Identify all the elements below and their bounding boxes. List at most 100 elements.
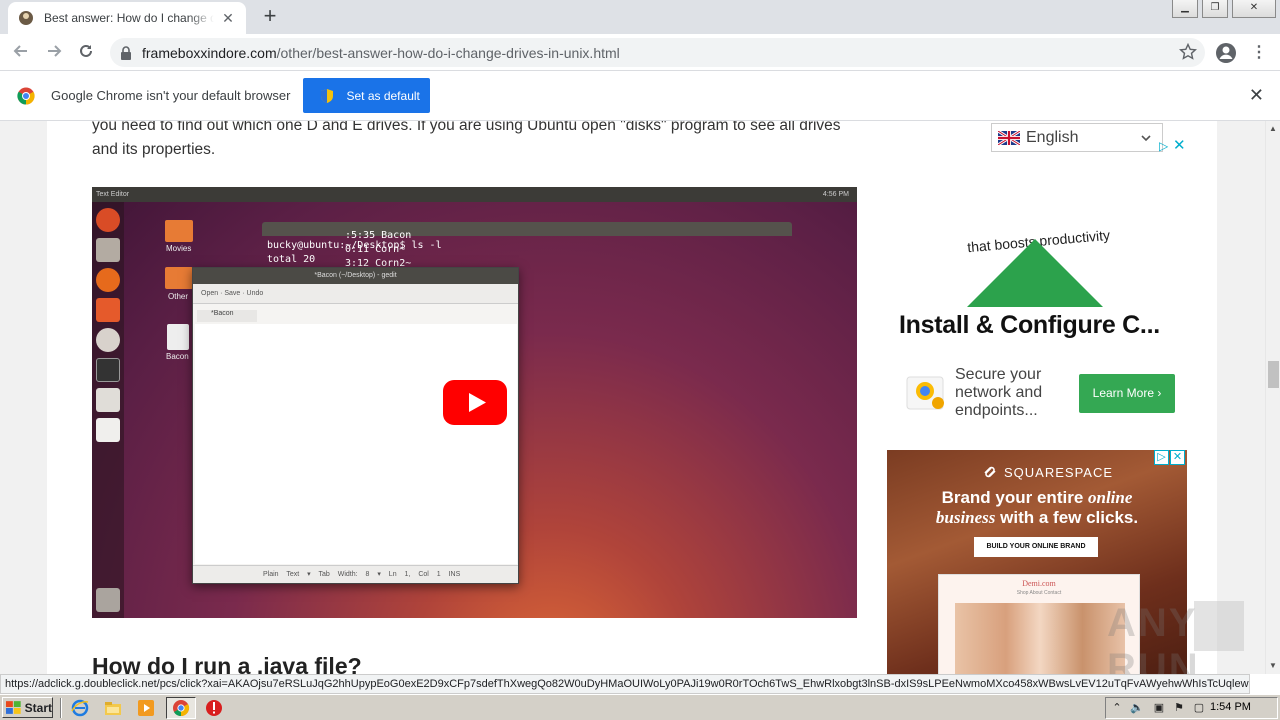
learn-more-button[interactable]: Learn More › xyxy=(1079,374,1175,413)
gedit-document xyxy=(195,324,517,564)
terminal-listing-row: 0:11 Corn~ xyxy=(345,243,411,257)
text-editor-icon xyxy=(96,388,120,412)
stop-app-icon[interactable] xyxy=(205,699,223,717)
forward-arrow-icon xyxy=(48,45,62,57)
windows-taskbar: Start ⌃ 🔈 ▣ ⚑ ▢ 1:54 PM xyxy=(0,694,1280,720)
listing-time: :5:35 xyxy=(345,230,376,241)
chrome-taskbar-icon[interactable] xyxy=(172,699,190,717)
scroll-up-arrow-icon[interactable]: ▲ xyxy=(1269,124,1277,133)
volume-icon[interactable]: 🔈 xyxy=(1130,701,1144,715)
address-bar[interactable]: frameboxxindore.com/other/best-answer-ho… xyxy=(110,38,1205,67)
scrollbar-thumb[interactable] xyxy=(1268,361,1279,388)
tray-misc-icon[interactable]: ▢ xyxy=(1192,701,1206,715)
chevron-down-icon xyxy=(1141,135,1151,142)
section-heading: How do I run a .java file? xyxy=(92,653,362,674)
media-player-icon[interactable] xyxy=(137,699,155,717)
adchoices-icon[interactable]: ▷ xyxy=(1154,450,1169,465)
new-tab-button[interactable]: + xyxy=(258,5,282,29)
listing-name: Bacon xyxy=(381,230,412,241)
tab-strip: Best answer: How do I change drive ✕ + ▁… xyxy=(0,0,1280,34)
desktop-file-icon xyxy=(167,324,189,350)
profile-avatar-icon[interactable] xyxy=(1215,42,1237,64)
default-browser-infobar: Google Chrome isn't your default browser… xyxy=(0,71,1280,121)
bookmark-star-icon[interactable] xyxy=(1179,43,1197,61)
reload-icon xyxy=(80,44,92,57)
ad-headline: Brand your entire online business with a… xyxy=(907,488,1167,528)
set-as-default-button[interactable]: Set as default xyxy=(303,78,431,113)
squarespace-logo: SQUARESPACE xyxy=(982,464,1113,480)
video-topbar-clock: 4:56 PM xyxy=(822,191,849,198)
url-host: frameboxxindore.com xyxy=(142,44,277,61)
window-close-button[interactable]: ✕ xyxy=(1232,0,1276,18)
build-brand-button[interactable]: BUILD YOUR ONLINE BRAND xyxy=(974,537,1098,557)
gedit-tab: *Bacon xyxy=(197,310,257,322)
video-ubuntu-topbar: Text Editor 4:56 PM xyxy=(92,187,857,202)
software-center-icon xyxy=(96,298,120,322)
terminal-icon xyxy=(96,358,120,382)
page-viewport: you need to find out which one D and E d… xyxy=(0,121,1265,674)
file-explorer-icon[interactable] xyxy=(104,699,122,717)
internet-explorer-icon[interactable] xyxy=(71,699,89,717)
trash-icon xyxy=(96,588,120,612)
article-container: you need to find out which one D and E d… xyxy=(47,121,1244,674)
adchoices-icon[interactable]: ▷ xyxy=(1159,139,1168,153)
anyrun-watermark: ANY RUN xyxy=(1107,601,1200,674)
desktop-label: Movies xyxy=(166,244,192,253)
browser-tab[interactable]: Best answer: How do I change drive ✕ xyxy=(8,2,246,34)
infobar-message: Google Chrome isn't your default browser xyxy=(51,88,291,103)
infobar-close-icon[interactable]: ✕ xyxy=(1249,86,1264,104)
mockup-title: Demi.com xyxy=(1022,579,1056,588)
ubuntu-dash-icon xyxy=(96,208,120,232)
youtube-play-icon[interactable] xyxy=(443,380,507,425)
chrome-logo-icon xyxy=(17,87,35,105)
back-arrow-icon xyxy=(13,45,27,57)
back-button[interactable] xyxy=(8,40,34,66)
mockup-nav: Shop About Contact xyxy=(1016,590,1062,596)
page-scrollbar[interactable]: ▲ ▼ xyxy=(1265,121,1280,674)
gedit-statusbar: Plain Text ▾ Tab Width: 8 ▾ Ln 1, Col 1 … xyxy=(193,565,518,583)
ad-product-icon xyxy=(906,376,944,410)
taskbar-clock: 1:54 PM xyxy=(1210,701,1251,713)
video-gedit-window: *Bacon (~/Desktop) - gedit Open · Save ·… xyxy=(192,267,519,584)
forward-button[interactable] xyxy=(41,40,67,66)
scroll-down-arrow-icon[interactable]: ▼ xyxy=(1269,661,1277,670)
network-icon[interactable]: ▣ xyxy=(1152,701,1166,715)
squarespace-mark-icon xyxy=(984,466,996,478)
ad-body-text: Secure your network and endpoints... xyxy=(955,366,1043,419)
learn-more-label: Learn More xyxy=(1092,386,1155,400)
video-ubuntu-launcher xyxy=(92,202,124,618)
window-controls: ▁ ❐ ✕ xyxy=(1168,0,1280,18)
lock-icon xyxy=(121,45,131,60)
ad-close-icon[interactable]: ✕ xyxy=(1173,136,1186,154)
url-path: /other/best-answer-how-do-i-change-drive… xyxy=(276,44,620,61)
terminal-titlebar xyxy=(262,222,792,236)
firefox-icon xyxy=(96,268,120,292)
action-center-flag-icon[interactable]: ⚑ xyxy=(1172,701,1186,715)
ad-close-icon[interactable]: ✕ xyxy=(1170,450,1185,465)
listing-time: 0:11 xyxy=(345,243,370,255)
settings-icon xyxy=(96,328,120,352)
browser-toolbar: frameboxxindore.com/other/best-answer-ho… xyxy=(0,34,1280,71)
minimize-button[interactable]: ▁ xyxy=(1172,0,1198,18)
headline-part: Brand your entire xyxy=(941,488,1088,507)
language-selector[interactable]: English xyxy=(991,123,1163,152)
uk-flag-icon xyxy=(998,130,1020,145)
maximize-button[interactable]: ❐ xyxy=(1202,0,1228,18)
video-topbar-app: Text Editor xyxy=(96,191,130,198)
chrome-menu-icon[interactable]: ⋮ xyxy=(1249,42,1269,64)
language-label: English xyxy=(1026,128,1079,146)
files-icon xyxy=(96,238,120,262)
advertisement-install-configure[interactable]: that boosts productivity Install & Confi… xyxy=(887,161,1187,426)
youtube-video-embed[interactable]: Text Editor 4:56 PM Movies Other Bacon b… xyxy=(92,187,857,618)
tab-close-icon[interactable]: ✕ xyxy=(220,10,236,26)
start-button[interactable]: Start xyxy=(2,697,53,718)
url-text[interactable]: frameboxxindore.com/other/best-answer-ho… xyxy=(142,45,620,61)
uac-shield-icon xyxy=(321,88,334,103)
desktop-label: Bacon xyxy=(166,352,189,361)
ad-title: Install & Configure C... xyxy=(899,311,1160,339)
headline-part: with a few clicks. xyxy=(995,508,1139,527)
reload-button[interactable] xyxy=(73,40,99,66)
system-tray: ⌃ 🔈 ▣ ⚑ ▢ 1:54 PM xyxy=(1105,697,1278,719)
tray-expand-icon[interactable]: ⌃ xyxy=(1110,701,1124,715)
set-as-default-label: Set as default xyxy=(346,88,420,103)
